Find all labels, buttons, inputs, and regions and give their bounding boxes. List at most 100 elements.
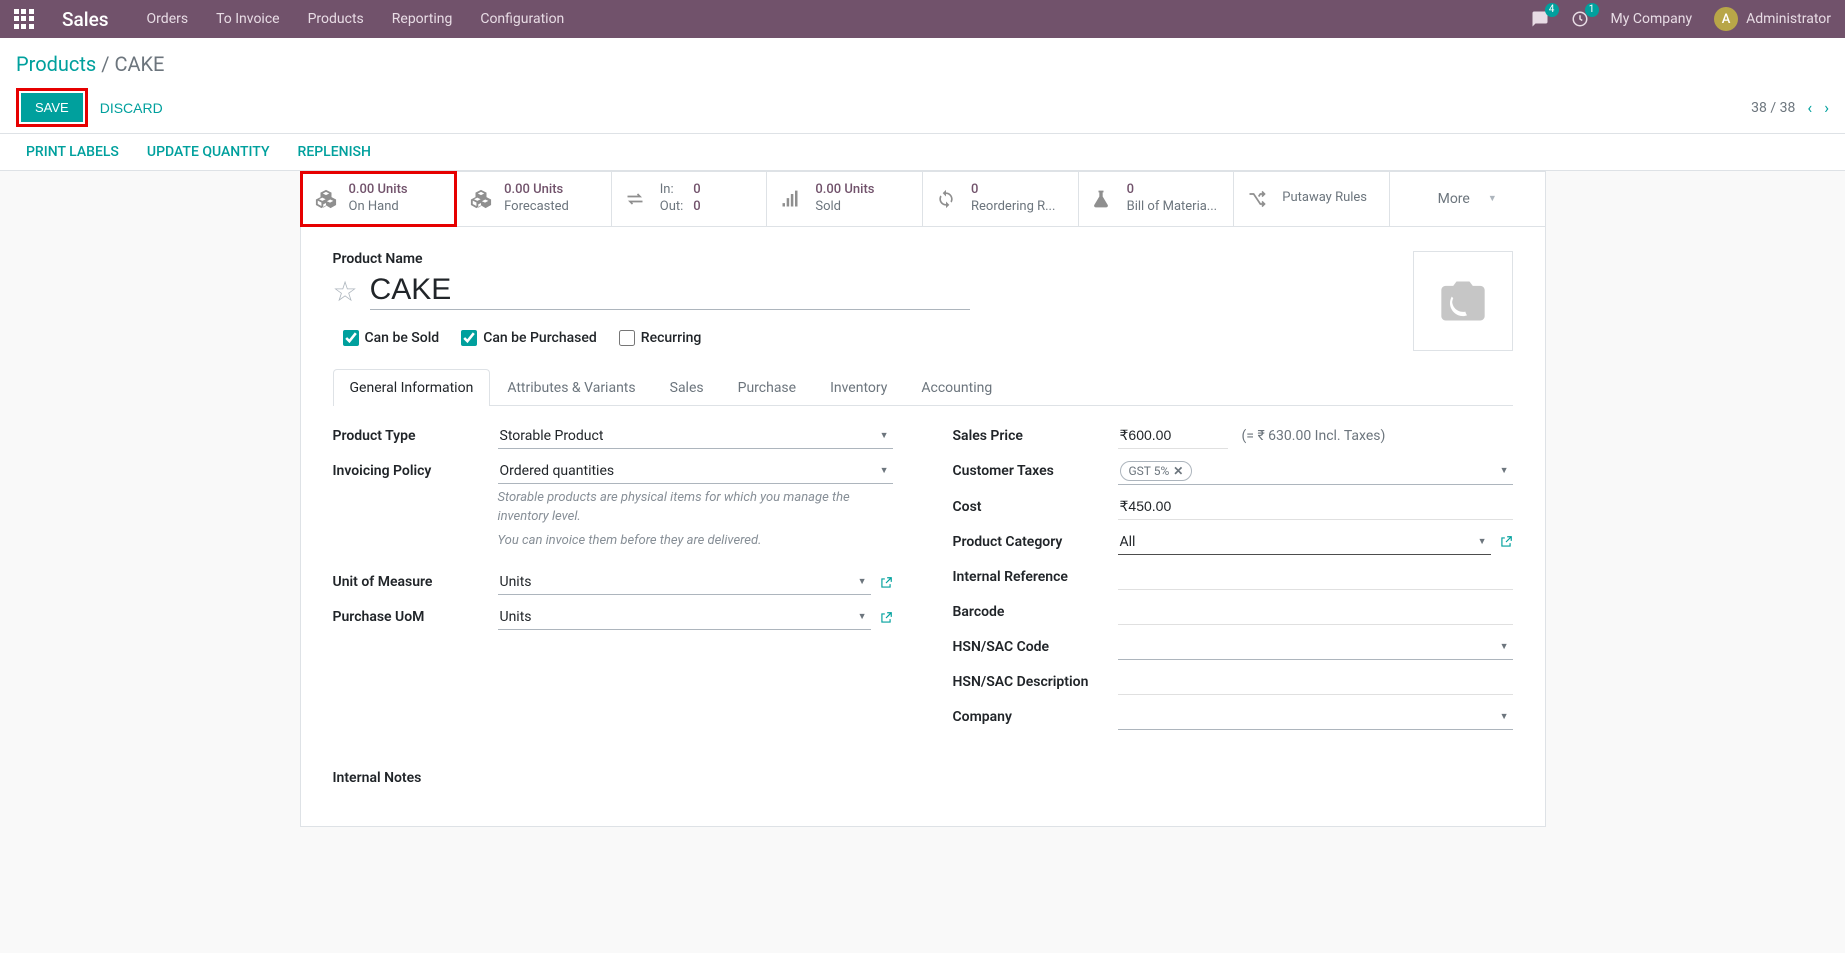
stat-out-value: 0	[693, 199, 700, 216]
flask-icon	[1091, 189, 1117, 209]
tab-accounting[interactable]: Accounting	[904, 369, 1009, 406]
breadcrumb: Products / CAKE	[16, 52, 1829, 76]
product-name-label: Product Name	[333, 251, 1413, 267]
top-nav: Sales Orders To Invoice Products Reporti…	[0, 0, 1845, 38]
uom-label: Unit of Measure	[333, 570, 498, 590]
tab-general-information[interactable]: General Information	[333, 369, 491, 406]
tab-inventory[interactable]: Inventory	[813, 369, 904, 406]
stat-on-hand-label: On Hand	[349, 199, 408, 216]
category-external-link-icon[interactable]	[1499, 535, 1513, 549]
bar-chart-icon	[779, 189, 805, 209]
uom-external-link-icon[interactable]	[879, 576, 893, 590]
company-switcher[interactable]: My Company	[1611, 11, 1693, 27]
product-name-input[interactable]	[370, 273, 970, 310]
pager: 38 / 38 ‹ ›	[1751, 98, 1829, 117]
uom-select[interactable]: Units	[498, 570, 871, 595]
stat-sold-value: 0.00 Units	[815, 182, 874, 199]
purchase-uom-label: Purchase UoM	[333, 605, 498, 625]
app-title: Sales	[62, 8, 109, 31]
avatar: A	[1714, 7, 1738, 31]
stat-reordering-value: 0	[971, 182, 1055, 199]
can-be-sold-checkbox[interactable]: Can be Sold	[343, 330, 440, 346]
caret-down-icon: ▼	[1488, 193, 1497, 204]
customer-taxes-select[interactable]: GST 5% ✕	[1118, 459, 1513, 485]
stat-putaway[interactable]: Putaway Rules	[1234, 172, 1390, 226]
sales-price-input[interactable]	[1118, 424, 1228, 449]
update-quantity-button[interactable]: UPDATE QUANTITY	[147, 144, 270, 160]
breadcrumb-current: CAKE	[114, 52, 164, 76]
stat-bom-label: Bill of Materia...	[1127, 199, 1217, 216]
product-type-select[interactable]: Storable Product	[498, 424, 893, 449]
customer-taxes-label: Customer Taxes	[953, 459, 1118, 479]
stat-reordering-label: Reordering R...	[971, 199, 1055, 216]
product-category-label: Product Category	[953, 530, 1118, 550]
nav-configuration[interactable]: Configuration	[480, 11, 564, 27]
product-image-upload[interactable]	[1413, 251, 1513, 351]
discard-button[interactable]: DISCARD	[100, 100, 163, 116]
stat-on-hand[interactable]: 0.00 Units On Hand	[301, 172, 457, 226]
hsn-code-select[interactable]	[1118, 635, 1513, 660]
product-category-select[interactable]: All	[1118, 530, 1491, 555]
help-text-2: You can invoice them before they are del…	[498, 531, 893, 551]
can-be-purchased-checkbox[interactable]: Can be Purchased	[461, 330, 597, 346]
stat-more-label: More	[1438, 191, 1470, 207]
stat-forecasted[interactable]: 0.00 Units Forecasted	[456, 172, 612, 226]
internal-reference-label: Internal Reference	[953, 565, 1118, 585]
refresh-icon	[935, 189, 961, 209]
stat-forecasted-value: 0.00 Units	[504, 182, 569, 199]
barcode-label: Barcode	[953, 600, 1118, 620]
favorite-star-icon[interactable]: ☆	[333, 275, 358, 308]
messages-icon[interactable]: 4	[1531, 10, 1549, 28]
save-button[interactable]: SAVE	[21, 93, 83, 122]
stat-out-label: Out:	[660, 199, 684, 216]
hsn-code-label: HSN/SAC Code	[953, 635, 1118, 655]
activities-badge: 1	[1585, 3, 1599, 17]
replenish-button[interactable]: REPLENISH	[298, 144, 371, 160]
barcode-input[interactable]	[1118, 600, 1513, 625]
cost-label: Cost	[953, 495, 1118, 515]
nav-orders[interactable]: Orders	[147, 11, 189, 27]
transfer-icon	[624, 189, 650, 209]
stat-in-out[interactable]: In: 0 Out: 0	[612, 172, 768, 226]
cost-input[interactable]	[1118, 495, 1513, 520]
invoicing-policy-select[interactable]: Ordered quantities	[498, 459, 893, 484]
hsn-desc-label: HSN/SAC Description	[953, 670, 1118, 690]
company-label: Company	[953, 705, 1118, 725]
breadcrumb-root[interactable]: Products	[16, 52, 96, 76]
purchase-uom-external-link-icon[interactable]	[879, 611, 893, 625]
pager-next-icon[interactable]: ›	[1824, 98, 1829, 117]
remove-tax-icon[interactable]: ✕	[1173, 464, 1183, 478]
stat-in-label: In:	[660, 182, 684, 199]
help-text-1: Storable products are physical items for…	[498, 488, 893, 527]
user-name: Administrator	[1746, 11, 1831, 27]
recurring-checkbox[interactable]: Recurring	[619, 330, 702, 346]
cubes-icon	[313, 188, 339, 210]
stat-reordering[interactable]: 0 Reordering R...	[923, 172, 1079, 226]
apps-icon[interactable]	[14, 9, 34, 29]
nav-reporting[interactable]: Reporting	[392, 11, 453, 27]
stat-in-value: 0	[693, 182, 700, 199]
tab-attributes-variants[interactable]: Attributes & Variants	[490, 369, 652, 406]
print-labels-button[interactable]: PRINT LABELS	[26, 144, 119, 160]
camera-plus-icon	[1433, 275, 1493, 327]
activities-icon[interactable]: 1	[1571, 10, 1589, 28]
company-select[interactable]	[1118, 705, 1513, 730]
nav-products[interactable]: Products	[308, 11, 364, 27]
pager-text: 38 / 38	[1751, 100, 1795, 116]
form-sheet: 0.00 Units On Hand 0.00 Units Forecasted…	[300, 171, 1546, 827]
stat-more[interactable]: More ▼	[1390, 172, 1545, 226]
internal-reference-input[interactable]	[1118, 565, 1513, 590]
purchase-uom-select[interactable]: Units	[498, 605, 871, 630]
pager-prev-icon[interactable]: ‹	[1807, 98, 1812, 117]
control-panel: Products / CAKE SAVE DISCARD 38 / 38 ‹ ›	[0, 38, 1845, 134]
stat-sold[interactable]: 0.00 Units Sold	[767, 172, 923, 226]
stat-bom[interactable]: 0 Bill of Materia...	[1079, 172, 1235, 226]
shuffle-icon	[1246, 189, 1272, 209]
nav-to-invoice[interactable]: To Invoice	[216, 11, 280, 27]
user-menu[interactable]: A Administrator	[1714, 7, 1831, 31]
stat-on-hand-value: 0.00 Units	[349, 182, 408, 199]
hsn-desc-input[interactable]	[1118, 670, 1513, 695]
save-highlight: SAVE	[16, 88, 88, 127]
tab-sales[interactable]: Sales	[653, 369, 721, 406]
tab-purchase[interactable]: Purchase	[721, 369, 813, 406]
